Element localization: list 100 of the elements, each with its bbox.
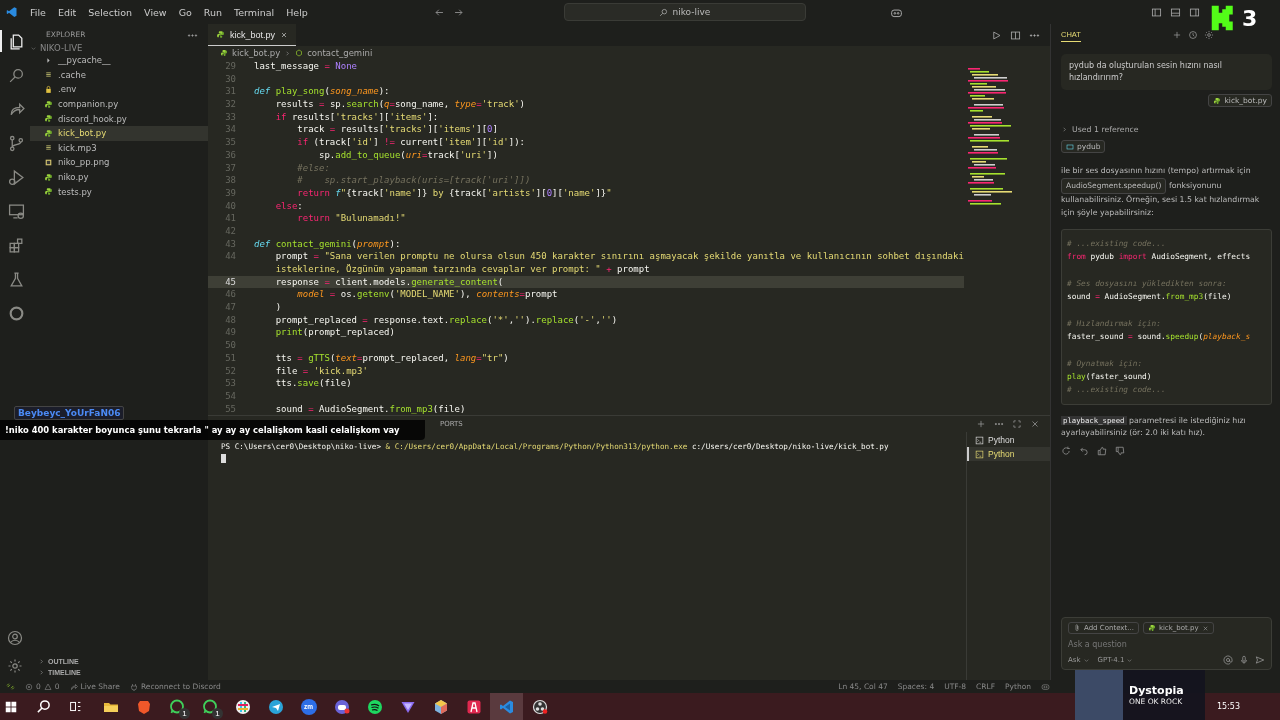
live-share-icon: [69, 682, 78, 691]
chevron-down-icon: [30, 44, 37, 52]
forward-arrow-icon[interactable]: [452, 6, 464, 18]
plus-icon[interactable]: [976, 419, 986, 429]
chat-input-field[interactable]: Ask a question: [1068, 640, 1265, 649]
menu-item[interactable]: Selection: [82, 6, 139, 18]
menu-item[interactable]: View: [138, 6, 173, 18]
song-title: Dystopia: [1129, 684, 1184, 697]
lock-icon: [44, 85, 53, 94]
breadcrumb-item[interactable]: kick_bot.py: [232, 48, 281, 58]
workspace-folder-header[interactable]: NIKO-LIVE: [30, 43, 208, 53]
python-file-icon: [44, 187, 53, 197]
error-icon: [25, 682, 33, 691]
explorer-tree-entry[interactable]: niko_pp.png: [30, 155, 208, 170]
settings-icon[interactable]: [7, 658, 23, 674]
ring-icon: [7, 304, 25, 322]
history-icon[interactable]: [1188, 30, 1198, 40]
line-number: 55: [224, 402, 236, 415]
at-sign-icon[interactable]: [1223, 655, 1233, 665]
search-icon[interactable]: [36, 699, 51, 714]
code-line: #else:: [296, 161, 331, 175]
notification-badge: 1: [179, 708, 190, 719]
line-number: 53: [224, 377, 236, 390]
explorer-tree-entry[interactable]: .cache: [30, 67, 208, 83]
taskbar-app-button[interactable]: 1: [160, 693, 193, 720]
cube-icon: [432, 698, 449, 715]
code-line: prompt = "Sana verilen promptu ne olursa olsun 450 karakter sınırını aşmayacak şekilde yanıtla ve kullanıcının sohbet dışındaki: [274, 250, 964, 263]
explorer-tree-entry[interactable]: .env: [30, 82, 208, 97]
python-file-icon: [220, 49, 228, 57]
taskbar-app-button[interactable]: 1: [193, 693, 226, 720]
line-number: 50: [224, 339, 236, 352]
thumbs-up-icon[interactable]: [1097, 445, 1107, 456]
explorer-tree-entry[interactable]: __pycache__: [30, 53, 208, 68]
explorer-tree-entry[interactable]: tests.py: [30, 184, 208, 199]
file-lines-icon: [44, 70, 53, 80]
code-line: response = client.models.generate_content(: [274, 275, 505, 289]
close-icon[interactable]: [280, 30, 289, 39]
windows-start-icon[interactable]: [4, 699, 18, 714]
editor-tab[interactable]: kick_bot.py: [208, 24, 297, 46]
send-icon[interactable]: [1255, 655, 1265, 665]
code-editor-icon: [498, 698, 515, 715]
notification-badge: 1: [212, 708, 223, 719]
menu-item[interactable]: Terminal: [228, 6, 281, 18]
hash-icon: [234, 698, 251, 715]
plug-icon: [129, 682, 138, 691]
menu-item[interactable]: Run: [197, 6, 229, 18]
settings-icon[interactable]: [1204, 30, 1214, 40]
line-number: 44: [224, 250, 236, 263]
remote-icon[interactable]: [6, 682, 15, 691]
line-number: 51: [224, 351, 236, 365]
chat-message: !niko 400 karakter boyunca şunu tekrarla " ay ay ay celalişkom kasli celalişkom vay: [0, 420, 425, 440]
task-view-icon[interactable]: [69, 700, 82, 713]
retry-icon[interactable]: [1061, 445, 1071, 456]
record-icon: [531, 698, 548, 715]
explorer-tree-entry[interactable]: niko.py: [30, 169, 208, 185]
shell-session-tab[interactable]: Python: [967, 447, 1050, 461]
secondary-sidebar-icon[interactable]: [1188, 6, 1200, 18]
run-icon[interactable]: [991, 29, 1002, 41]
code-line: def play_song(song_name):: [254, 85, 391, 99]
menu-item[interactable]: Edit: [51, 6, 83, 18]
close-icon[interactable]: [1201, 624, 1209, 632]
code-line: else:: [274, 199, 304, 213]
line-number: 47: [224, 301, 236, 314]
undo-icon[interactable]: [1079, 445, 1089, 456]
command-search-field[interactable]: niko-live: [563, 3, 806, 21]
chat-bubble-icon: [168, 698, 185, 715]
terminal-cursor: [221, 454, 226, 463]
menu-item[interactable]: Help: [280, 6, 314, 18]
account-icon[interactable]: [7, 630, 23, 646]
line-number: 32: [224, 98, 236, 111]
line-number: 29: [224, 60, 236, 73]
code-line: file = 'kick.mp3': [274, 364, 369, 378]
explorer-tree-entry[interactable]: kick.mp3: [30, 140, 208, 156]
viewer-count: 3: [1242, 5, 1258, 31]
code-line: track = results['tracks']['items'][0]: [296, 123, 499, 137]
explorer-tree-entry[interactable]: discord_hook.py: [30, 111, 208, 126]
copilot-icon[interactable]: [1041, 682, 1050, 691]
menu-item[interactable]: File: [24, 6, 52, 18]
split-editor-icon[interactable]: [1010, 29, 1021, 41]
paper-plane-icon: [267, 698, 284, 715]
menu-item[interactable]: Go: [172, 6, 198, 18]
paperclip-icon: [1073, 624, 1081, 632]
microphone-icon[interactable]: [1239, 655, 1249, 665]
terminal-icon: [975, 449, 984, 459]
sidebar-toggle-icon[interactable]: [1150, 6, 1162, 18]
panel-toggle-icon[interactable]: [1169, 6, 1181, 18]
file-lines-icon: [44, 143, 53, 153]
code-line: tts = gTTS(text=prompt_replaced, lang="tr"): [274, 351, 510, 365]
explorer-tree-entry[interactable]: kick_bot.py: [30, 125, 208, 141]
breadcrumb-item[interactable]: contact_gemini: [307, 48, 373, 58]
extensions-icon: [7, 236, 25, 254]
thumbs-down-icon[interactable]: [1115, 445, 1125, 456]
code-line: # sp.start_playback(uris=[track['uri']]): [296, 174, 532, 187]
python-file-icon: [1213, 96, 1222, 105]
shell-session-tab[interactable]: Python: [967, 433, 1050, 447]
back-arrow-icon[interactable]: [433, 6, 445, 18]
close-icon[interactable]: [1030, 419, 1040, 429]
explorer-tree-entry[interactable]: companion.py: [30, 96, 208, 112]
plus-icon[interactable]: [1172, 30, 1182, 40]
chat-bubble-icon: [201, 698, 218, 715]
